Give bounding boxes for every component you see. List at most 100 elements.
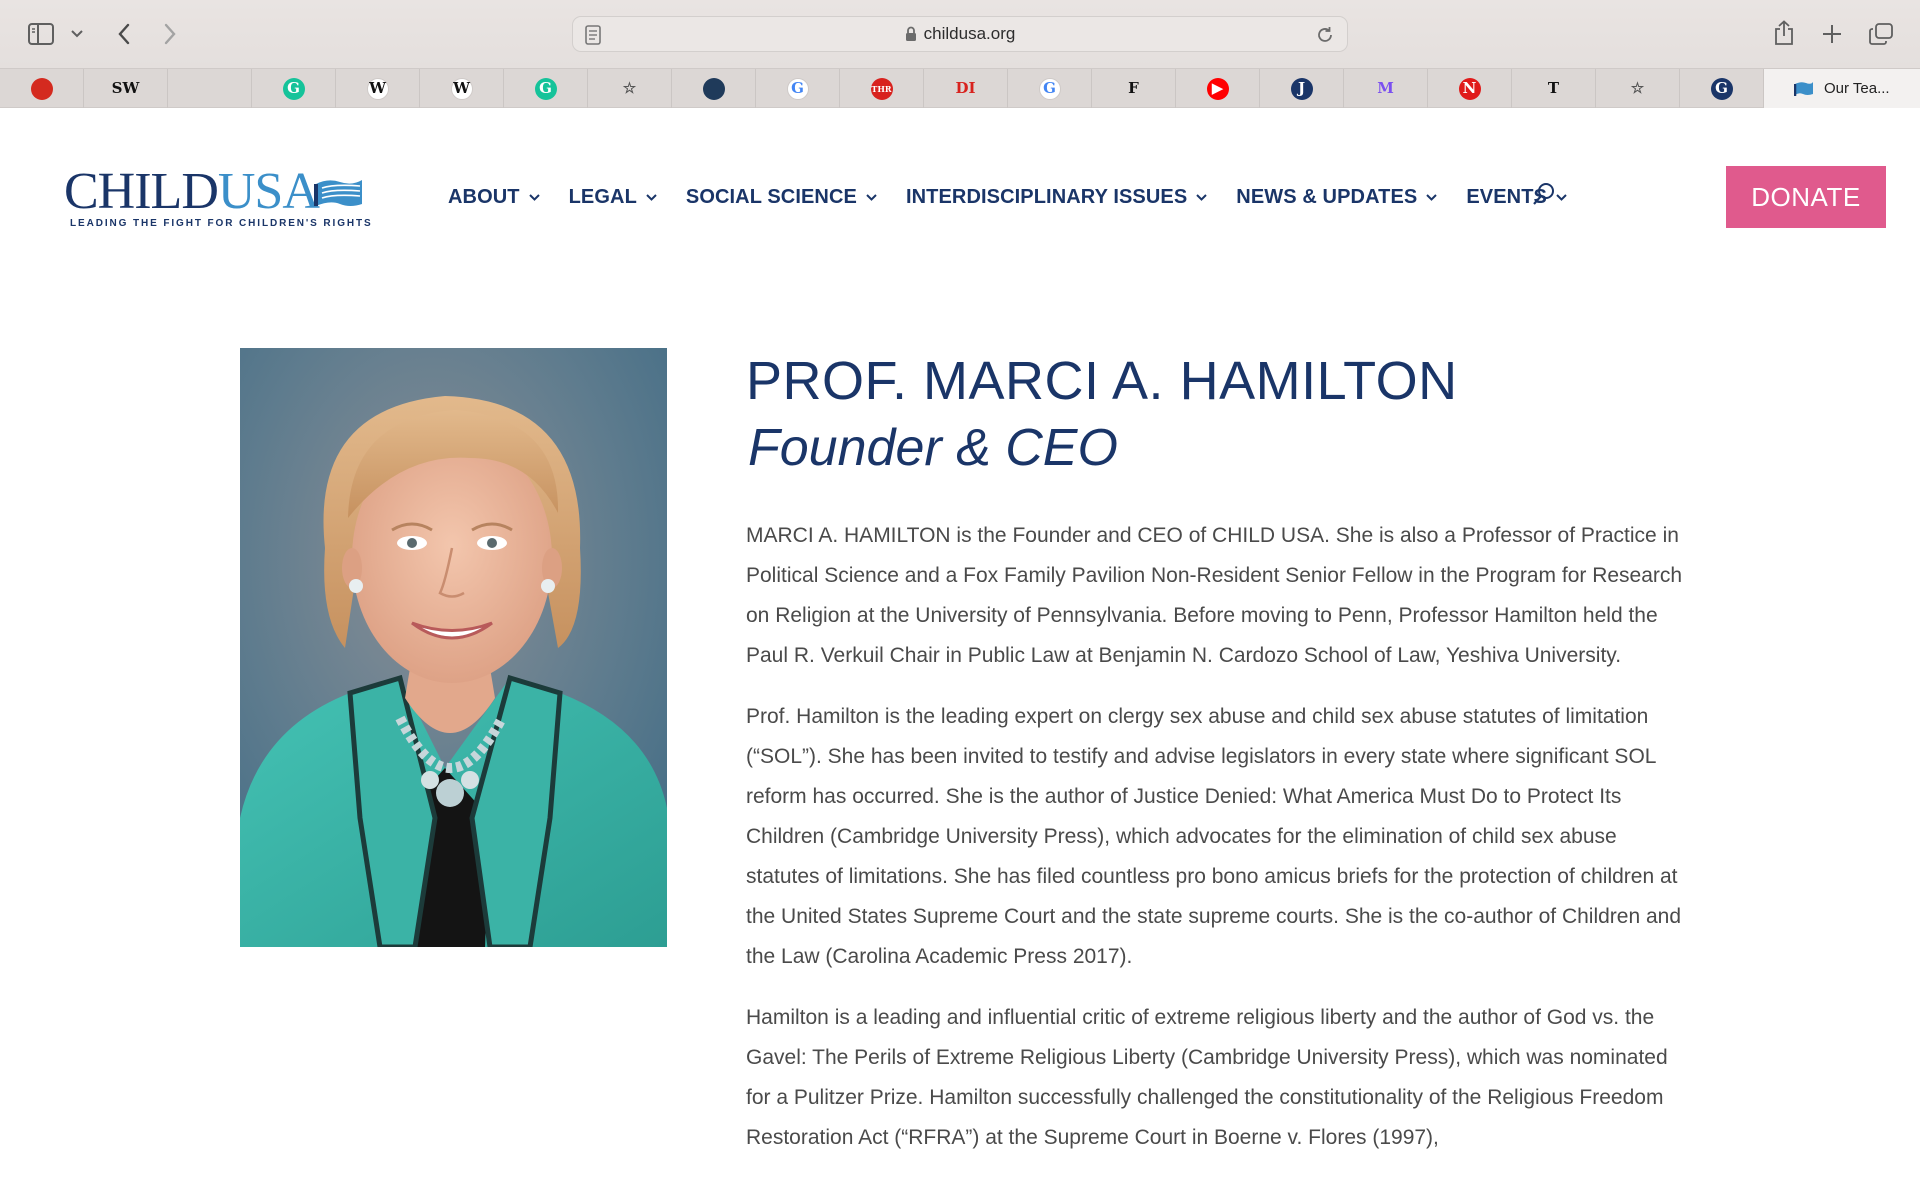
favorite-item[interactable]: J [1260, 69, 1344, 108]
logo-child: CHILD [64, 163, 219, 220]
star-icon: ☆ [622, 79, 637, 97]
nav-item-social-science[interactable]: SOCIAL SCIENCE [686, 186, 877, 209]
portrait-image [240, 348, 667, 947]
back-button[interactable] [110, 20, 138, 48]
main-nav: ABOUT LEGAL SOCIAL SCIENCE INTERDISCIPLI… [448, 186, 1596, 209]
favorite-item[interactable]: G [1680, 69, 1764, 108]
red-square-icon [30, 77, 53, 100]
chevron-right-icon [164, 23, 176, 45]
favorite-item[interactable]: T [1512, 69, 1596, 108]
lock-icon [905, 26, 916, 41]
favorite-item[interactable] [168, 69, 252, 108]
favorite-item[interactable]: ☆ [588, 69, 672, 108]
grammarly-icon: G [282, 77, 305, 100]
profile-name: PROF. MARCI A. HAMILTON [746, 351, 1458, 411]
nav-item-interdisciplinary-issues[interactable]: INTERDISCIPLINARY ISSUES [905, 186, 1208, 209]
favorite-item[interactable]: G [252, 69, 336, 108]
chevron-down-icon [71, 30, 83, 38]
favorite-item[interactable]: F [1092, 69, 1176, 108]
tab-overview-icon [1869, 23, 1893, 45]
favorite-item[interactable]: ☆ [1596, 69, 1680, 108]
logo-wordmark: CHILDUSA [64, 163, 320, 220]
flag-icon [314, 180, 362, 206]
n-logo-icon: N [1458, 77, 1481, 100]
active-tab-title: Our Tea... [1824, 80, 1890, 97]
favorite-item[interactable]: SW [84, 69, 168, 108]
nav-item-legal[interactable]: LEGAL [569, 186, 657, 209]
chevron-down-icon [1426, 194, 1438, 201]
tab-group-dropdown-button[interactable] [68, 24, 86, 44]
di-icon: DI [955, 79, 976, 97]
favorite-item[interactable]: W [420, 69, 504, 108]
favorite-item[interactable]: THR [840, 69, 924, 108]
share-icon [1775, 20, 1793, 45]
profile-photo [240, 348, 667, 947]
nav-item-label: INTERDISCIPLINARY ISSUES [905, 186, 1188, 208]
youtube-icon: ▶ [1206, 77, 1229, 100]
chevron-down-icon [646, 194, 657, 201]
thr-icon: THR [870, 77, 893, 100]
nav-item-about[interactable]: ABOUT [448, 186, 540, 209]
sidebar-icon [28, 23, 54, 45]
logo-usa: USA [217, 163, 320, 220]
profile-bio: MARCI A. HAMILTON is the Founder and CEO… [746, 516, 1690, 1179]
globe-logo-icon: G [1710, 77, 1733, 100]
address-bar[interactable]: childusa.org [572, 16, 1348, 52]
chevron-left-icon [118, 23, 130, 45]
active-tab[interactable]: Our Tea... [1764, 69, 1920, 108]
childusa-logo[interactable]: CHILDUSA LEADING THE FIGHT FOR CHILDREN'… [64, 163, 371, 236]
favorite-item[interactable]: G [756, 69, 840, 108]
bio-paragraph: MARCI A. HAMILTON is the Founder and CEO… [746, 524, 1683, 667]
childusa-favicon-icon [1794, 81, 1813, 96]
google-icon: G [1038, 77, 1061, 100]
reload-icon[interactable] [1315, 25, 1335, 45]
nav-item-label: LEGAL [568, 186, 637, 208]
favorite-item[interactable]: G [1008, 69, 1092, 108]
sidebar-toggle-button[interactable] [26, 20, 56, 48]
favorite-item[interactable]: M [1344, 69, 1428, 108]
f-logo-icon: F [1128, 79, 1139, 97]
tab-overview-button[interactable] [1866, 20, 1896, 48]
favorite-item[interactable]: G [504, 69, 588, 108]
nav-item-label: NEWS & UPDATES [1236, 186, 1418, 208]
forward-button[interactable] [156, 20, 184, 48]
browser-toolbar: childusa.org [0, 0, 1920, 68]
wikipedia-icon: W [366, 77, 389, 100]
star-icon: ☆ [1630, 79, 1645, 97]
search-icon[interactable] [1532, 182, 1556, 206]
new-tab-button[interactable] [1818, 20, 1846, 48]
favorite-item[interactable] [0, 69, 84, 108]
nav-item-news-updates[interactable]: NEWS & UPDATES [1236, 186, 1438, 209]
landscape-icon [702, 77, 725, 100]
profile-title: Founder & CEO [748, 419, 1118, 477]
chevron-down-icon [1196, 194, 1208, 201]
url-text: childusa.org [923, 24, 1016, 43]
bio-paragraph: Hamilton is a leading and influential cr… [746, 1006, 1668, 1149]
chevron-down-icon [866, 194, 877, 201]
chevron-down-icon [1556, 194, 1567, 201]
rainbow-icon [199, 78, 221, 100]
favorite-item[interactable]: ▶ [1176, 69, 1260, 108]
favorites-bar: SW G W W G ☆ G THR DI G F ▶ J M N T ☆ G Our Tea... [0, 68, 1920, 108]
favorite-item[interactable]: N [1428, 69, 1512, 108]
logo-tagline: LEADING THE FIGHT FOR CHILDREN'S RIGHTS [70, 218, 373, 229]
nav-item-label: SOCIAL SCIENCE [685, 186, 857, 208]
plus-icon [1823, 25, 1841, 43]
favorite-item[interactable]: W [336, 69, 420, 108]
site-header: CHILDUSA LEADING THE FIGHT FOR CHILDREN'… [0, 108, 1920, 288]
reader-view-icon[interactable] [585, 25, 601, 45]
favorite-item[interactable] [672, 69, 756, 108]
chevron-down-icon [528, 194, 540, 201]
sw-logo-icon: SW [111, 79, 140, 97]
m-logo-icon: M [1377, 79, 1394, 97]
j-logo-icon: J [1290, 77, 1313, 100]
google-icon: G [786, 77, 809, 100]
donate-button[interactable]: DONATE [1726, 166, 1886, 228]
wikipedia-icon: W [450, 77, 473, 100]
nav-item-label: ABOUT [448, 186, 520, 208]
grammarly-icon: G [534, 77, 557, 100]
share-button[interactable] [1770, 18, 1798, 48]
nyt-icon: T [1547, 79, 1560, 97]
favorite-item[interactable]: DI [924, 69, 1008, 108]
bio-paragraph: Prof. Hamilton is the leading expert on … [746, 705, 1682, 968]
